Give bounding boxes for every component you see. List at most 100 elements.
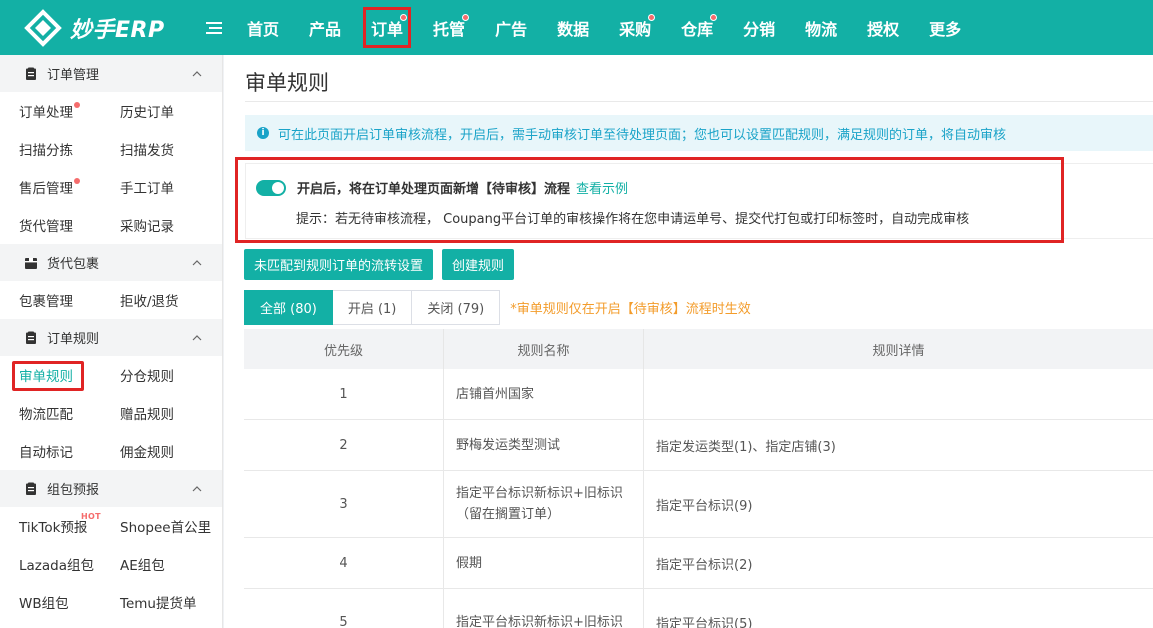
sidebar-item-label: Lazada组包 — [19, 558, 94, 574]
nav-item-label: 更多 — [929, 19, 962, 39]
nav-item-7[interactable]: 仓库 — [666, 0, 728, 55]
sidebar-item[interactable]: 售后管理 — [19, 168, 120, 206]
view-example-link[interactable]: 查看示例 — [576, 178, 628, 197]
unmatched-flow-button[interactable]: 未匹配到规则订单的流转设置 — [244, 249, 434, 280]
sidebar-item-label: 采购记录 — [120, 219, 174, 235]
order-manage-icon — [24, 67, 38, 81]
nav-item-5[interactable]: 数据 — [542, 0, 604, 55]
sidebar-item[interactable]: 物流匹配 — [19, 394, 120, 432]
nav-item-label: 广告 — [495, 19, 528, 39]
sidebar-item[interactable]: 采购记录 — [120, 206, 221, 244]
status-tabs: 全部 (80) 开启 (1) 关闭 (79) *审单规则仅在开启【待审核】流程时… — [244, 290, 751, 325]
table-row[interactable]: 3 指定平台标识新标识+旧标识（留在搁置订单） 指定平台标识(9) — [244, 471, 1153, 538]
sidebar-item-label: 自动标记 — [19, 445, 73, 461]
table-row[interactable]: 5 指定平台标识新标识+旧标识 指定平台标识(5) — [244, 589, 1153, 628]
sidebar-item[interactable]: Lazada组包 — [19, 545, 120, 583]
sidebar-item[interactable]: AE组包 — [120, 545, 221, 583]
cell-rule-detail — [644, 369, 1153, 419]
cell-priority: 4 — [244, 538, 444, 588]
sidebar-item[interactable]: WB组包 — [19, 583, 120, 621]
nav-item-label: 采购 — [619, 19, 652, 39]
nav-item-2[interactable]: 订单 — [356, 0, 418, 55]
nav-item-label: 数据 — [557, 19, 590, 39]
nav-item-9[interactable]: 物流 — [790, 0, 852, 55]
cell-priority: 1 — [244, 369, 444, 419]
sidebar-item[interactable]: Shopee首公里 — [120, 507, 221, 545]
table-row[interactable]: 4 假期 指定平台标识(2) — [244, 538, 1153, 589]
sidebar-item-label: TikTok预报 — [19, 520, 88, 536]
cell-rule-detail: 指定平台标识(5) — [656, 616, 753, 628]
nav-item-1[interactable]: 产品 — [294, 0, 356, 55]
nav-item-4[interactable]: 广告 — [480, 0, 542, 55]
cell-rule-name: 店铺首州国家 — [444, 369, 644, 419]
review-switch[interactable] — [256, 179, 286, 196]
create-rule-button[interactable]: 创建规则 — [442, 249, 515, 280]
sidebar-item[interactable]: 佣金规则 — [120, 432, 221, 470]
tab-all[interactable]: 全部 (80) — [244, 290, 333, 325]
sidebar-section-title: 货代包裹 — [47, 257, 100, 272]
sidebar-item-label: 扫描分拣 — [19, 143, 73, 159]
tab-disabled[interactable]: 关闭 (79) — [412, 290, 501, 325]
cell-priority: 5 — [244, 589, 444, 628]
sidebar-item[interactable]: 手工订单 — [120, 168, 221, 206]
sidebar-item[interactable]: 历史订单 — [120, 92, 221, 130]
notification-dot — [74, 178, 80, 184]
hot-badge: HOT — [81, 512, 101, 521]
sidebar-item-label: WB组包 — [19, 596, 69, 612]
sidebar-item-label: 拒收/退货 — [120, 294, 179, 310]
sidebar-item[interactable]: 扫描分拣 — [19, 130, 120, 168]
top-navbar: 妙手ERP 首页 产品 订单 托管 广告 数据 采购 仓库 分销 物流 授权 更多 — [0, 0, 1153, 55]
cell-priority: 3 — [244, 471, 444, 537]
sidebar-section-header[interactable]: 组包预报 — [0, 470, 222, 507]
sidebar-item[interactable]: 审单规则 — [12, 356, 120, 394]
nav-item-label: 仓库 — [681, 19, 714, 39]
toggle-hint: 提示：若无待审核流程， Coupang平台订单的审核操作将在您申请运单号、提交代… — [296, 212, 970, 227]
table-row[interactable]: 2 野梅发运类型测试 指定发运类型(1)、指定店铺(3) — [244, 420, 1153, 471]
sidebar-item[interactable]: 货代管理 — [19, 206, 120, 244]
sidebar-section-header[interactable]: 货代包裹 — [0, 244, 222, 281]
sidebar-item[interactable]: 包裹管理 — [19, 281, 120, 319]
sidebar-item[interactable]: 分仓规则 — [120, 356, 221, 394]
nav-item-3[interactable]: 托管 — [418, 0, 480, 55]
cell-rule-name: 指定平台标识新标识+旧标识 — [444, 589, 644, 628]
tab-enabled[interactable]: 开启 (1) — [332, 290, 413, 325]
sidebar-item-label: 货代管理 — [19, 219, 73, 235]
sidebar-item[interactable]: 赠品规则 — [120, 394, 221, 432]
nav-item-6[interactable]: 采购 — [604, 0, 666, 55]
nav-item-label: 首页 — [247, 19, 280, 39]
menu-toggle-icon[interactable] — [196, 21, 232, 35]
active-highlight — [12, 361, 84, 391]
bundle-icon — [24, 482, 38, 496]
nav-item-11[interactable]: 更多 — [914, 0, 976, 55]
sidebar-item[interactable]: TikTok预报 HOT — [19, 507, 120, 545]
notice-text: 可在此页面开启订单审核流程，开启后，需手动审核订单至待处理页面；您也可以设置匹配… — [278, 127, 1007, 143]
info-notice: i 可在此页面开启订单审核流程，开启后，需手动审核订单至待处理页面；您也可以设置… — [245, 115, 1153, 151]
sidebar-section-title: 订单规则 — [47, 332, 100, 347]
brand-logo[interactable]: 妙手ERP — [0, 8, 200, 47]
sidebar-section-title: 订单管理 — [47, 68, 100, 83]
table-row[interactable]: 1 店铺首州国家 — [244, 369, 1153, 420]
nav-item-10[interactable]: 授权 — [852, 0, 914, 55]
page-title: 审单规则 — [245, 71, 329, 95]
cell-rule-detail: 指定平台标识(9) — [656, 498, 753, 514]
sidebar-item-label: 包裹管理 — [19, 294, 73, 310]
nav-item-label: 订单 — [371, 19, 404, 39]
sidebar-item-label: 订单处理 — [19, 105, 73, 121]
rule-icon — [24, 331, 38, 345]
nav-item-8[interactable]: 分销 — [728, 0, 790, 55]
sidebar-item[interactable]: 拒收/退货 — [120, 281, 221, 319]
notification-dot — [400, 14, 408, 21]
brand-name: 妙手ERP — [70, 17, 165, 43]
nav-item-0[interactable]: 首页 — [232, 0, 294, 55]
chevron-up-icon — [192, 67, 202, 80]
sidebar-item-label: 售后管理 — [19, 181, 73, 197]
sidebar-section-header[interactable]: 订单规则 — [0, 319, 222, 356]
sidebar-item[interactable]: 订单处理 — [19, 92, 120, 130]
chevron-up-icon — [192, 482, 202, 495]
sidebar-item[interactable]: Temu提货单 — [120, 583, 221, 621]
sidebar-item[interactable]: 扫描发货 — [120, 130, 221, 168]
sidebar-item[interactable]: 自动标记 — [19, 432, 120, 470]
sidebar-section-header[interactable]: 订单管理 — [0, 55, 222, 92]
table-header: 优先级 规则名称 规则详情 — [244, 329, 1153, 369]
header-priority: 优先级 — [244, 329, 444, 369]
